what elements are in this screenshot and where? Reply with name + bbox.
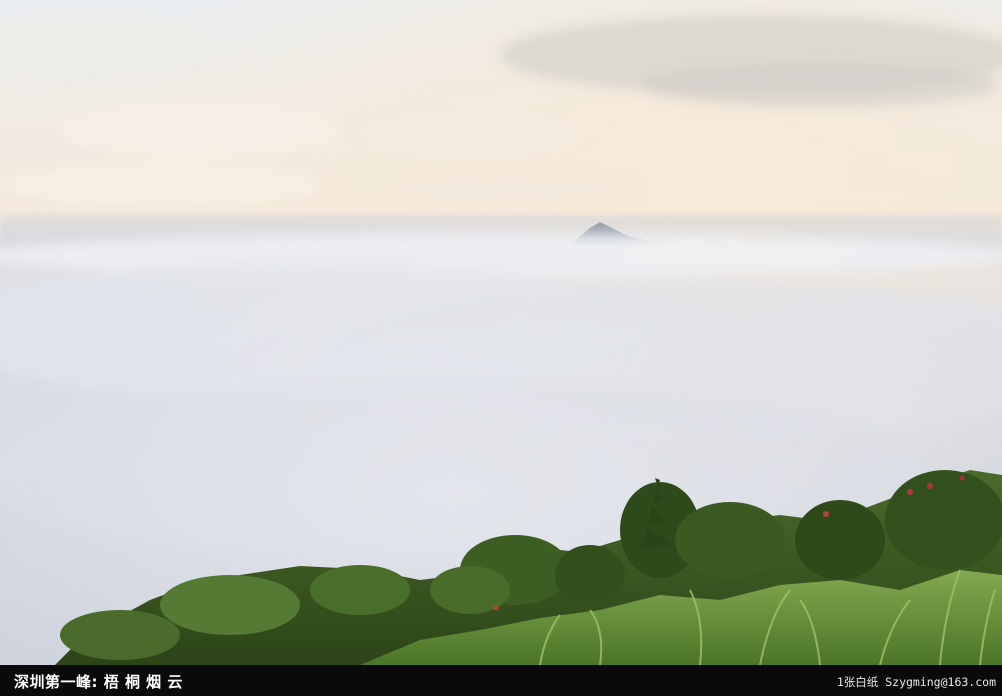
landscape-illustration <box>0 0 1002 665</box>
landscape-photo <box>0 0 1002 665</box>
photo-credit: 1张白纸 Szygming@163.com <box>836 675 996 689</box>
photo-title: 深圳第一峰: 梧 桐 烟 云 <box>14 673 183 691</box>
photo-frame: 深圳第一峰: 梧 桐 烟 云 1张白纸 Szygming@163.com <box>0 0 1002 696</box>
caption-bar: 深圳第一峰: 梧 桐 烟 云 1张白纸 Szygming@163.com <box>0 665 1002 696</box>
